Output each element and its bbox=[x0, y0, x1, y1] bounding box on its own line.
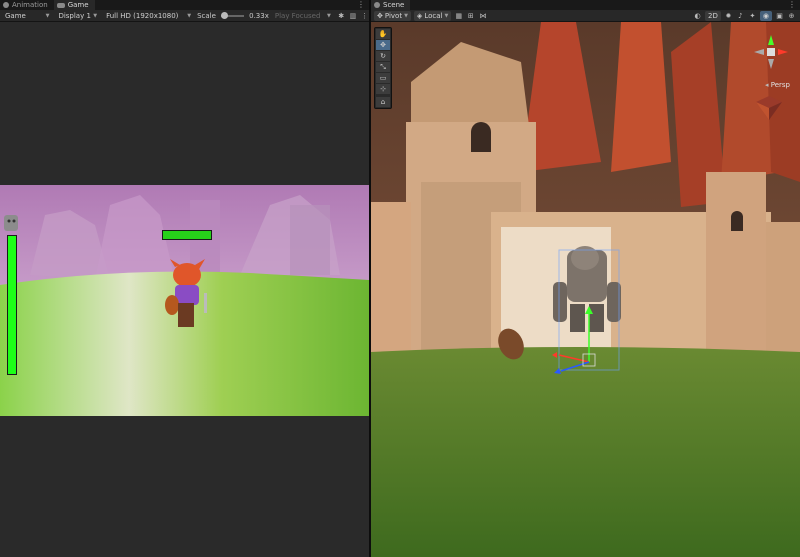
camera-preview-icon bbox=[756, 96, 782, 120]
display-dropdown[interactable]: Display 1 ▼ bbox=[55, 11, 100, 21]
animation-icon bbox=[3, 2, 9, 8]
scene-panel: Scene ⋮ ✥ Pivot ▼ ◈ Local ▼ ▦ ⊞ ⋈ ◐ 2D ✹… bbox=[371, 0, 800, 557]
lighting-icon[interactable]: ✹ bbox=[724, 11, 733, 20]
pivot-toggle[interactable]: ✥ Pivot ▼ bbox=[374, 10, 411, 21]
chevron-down-icon: ▼ bbox=[444, 12, 449, 19]
camera-settings-icon[interactable]: ▣ bbox=[775, 11, 784, 20]
scale-tool-icon[interactable]: ⤡ bbox=[376, 62, 390, 72]
gizmos-icon[interactable]: ⊕ bbox=[787, 11, 796, 20]
rect-tool-icon[interactable]: ▭ bbox=[376, 73, 390, 83]
chevron-down-icon: ▼ bbox=[327, 12, 331, 19]
tab-scene-label: Scene bbox=[383, 1, 405, 9]
toggle-2d-button[interactable]: 2D bbox=[705, 10, 721, 21]
game-panel: Animation Game ⋮ Game ▼ Display 1 ▼ Full… bbox=[0, 0, 369, 557]
eye-icon: ◉ bbox=[762, 11, 769, 20]
kebab-menu-icon[interactable]: ⋮ bbox=[360, 11, 369, 20]
tab-game-label: Game bbox=[67, 1, 89, 9]
scale-slider[interactable] bbox=[220, 11, 245, 19]
custom-tool-icon[interactable]: ⌂ bbox=[376, 97, 390, 107]
grid-snap-icon[interactable]: ▦ bbox=[454, 11, 463, 20]
scene-viewport[interactable]: ✋ ✥ ↻ ⤡ ▭ ⊹ ⌂ ◂ Persp bbox=[371, 22, 800, 557]
scene-toolbar: ✥ Pivot ▼ ◈ Local ▼ ▦ ⊞ ⋈ ◐ 2D ✹ ♪ ✦ ◉ ▣… bbox=[371, 10, 800, 22]
space-label: Local bbox=[424, 11, 443, 20]
game-mode-dropdown[interactable]: Game ▼ bbox=[2, 11, 52, 21]
game-viewport[interactable] bbox=[0, 185, 369, 416]
camera-projection-label[interactable]: ◂ Persp bbox=[765, 81, 790, 89]
scene-orientation-gizmo[interactable] bbox=[750, 31, 792, 73]
draw-mode-icon[interactable]: ◐ bbox=[693, 11, 702, 20]
resolution-dropdown[interactable]: Full HD (1920x1080) ▼ bbox=[103, 11, 194, 21]
transform-tool-icon[interactable]: ⊹ bbox=[376, 84, 390, 94]
visibility-toggle[interactable]: ◉ bbox=[759, 10, 772, 21]
scale-slider-knob[interactable] bbox=[220, 11, 228, 19]
left-tab-bar: Animation Game ⋮ bbox=[0, 0, 369, 10]
game-mode-label: Game bbox=[5, 11, 26, 20]
game-viewport-letterbox bbox=[0, 22, 369, 557]
panel-menu-icon[interactable]: ⋮ bbox=[357, 0, 365, 10]
chevron-down-icon: ▼ bbox=[93, 12, 98, 19]
tab-animation-label: Animation bbox=[12, 1, 48, 9]
move-tool-icon[interactable]: ✥ bbox=[376, 40, 390, 50]
panel-menu-icon[interactable]: ⋮ bbox=[788, 0, 796, 10]
hand-tool-icon[interactable]: ✋ bbox=[376, 29, 390, 39]
chevron-down-icon: ▼ bbox=[187, 12, 192, 19]
scene-render bbox=[371, 22, 800, 557]
space-toggle[interactable]: ◈ Local ▼ bbox=[413, 10, 452, 21]
right-tab-bar: Scene ⋮ bbox=[371, 0, 800, 10]
tab-scene[interactable]: Scene bbox=[371, 0, 411, 10]
tab-game[interactable]: Game bbox=[53, 0, 95, 10]
bug-icon[interactable]: ✱ bbox=[337, 11, 346, 20]
resolution-label: Full HD (1920x1080) bbox=[106, 11, 179, 20]
rotate-tool-icon[interactable]: ↻ bbox=[376, 51, 390, 61]
scale-value: 0.33x bbox=[249, 11, 269, 20]
local-space-icon: ◈ bbox=[416, 11, 423, 20]
tools-palette: ✋ ✥ ↻ ⤡ ▭ ⊹ ⌂ bbox=[374, 27, 392, 109]
play-mode-label: Play Focused bbox=[274, 11, 321, 20]
pivot-icon: ✥ bbox=[377, 11, 383, 20]
scale-label: Scale bbox=[197, 11, 216, 20]
game-controller-icon bbox=[56, 2, 65, 8]
tab-animation[interactable]: Animation bbox=[0, 0, 54, 10]
toggle-2d-label: 2D bbox=[708, 11, 718, 20]
game-render bbox=[0, 185, 369, 416]
play-mode-dropdown[interactable]: Play Focused ▼ bbox=[272, 11, 334, 21]
effects-icon[interactable]: ✦ bbox=[748, 11, 757, 20]
stats-icon[interactable]: ▥ bbox=[349, 11, 358, 20]
pivot-label: Pivot bbox=[384, 11, 403, 20]
audio-icon[interactable]: ♪ bbox=[736, 11, 745, 20]
chevron-down-icon: ▼ bbox=[45, 12, 50, 19]
chevron-down-icon: ▼ bbox=[404, 12, 408, 19]
scene-icon bbox=[374, 2, 380, 8]
display-label: Display 1 bbox=[58, 11, 91, 20]
game-toolbar: Game ▼ Display 1 ▼ Full HD (1920x1080) ▼… bbox=[0, 10, 369, 22]
grid-size-icon[interactable]: ⋈ bbox=[478, 11, 487, 20]
persp-text: Persp bbox=[770, 81, 790, 89]
snap-increment-icon[interactable]: ⊞ bbox=[466, 11, 475, 20]
